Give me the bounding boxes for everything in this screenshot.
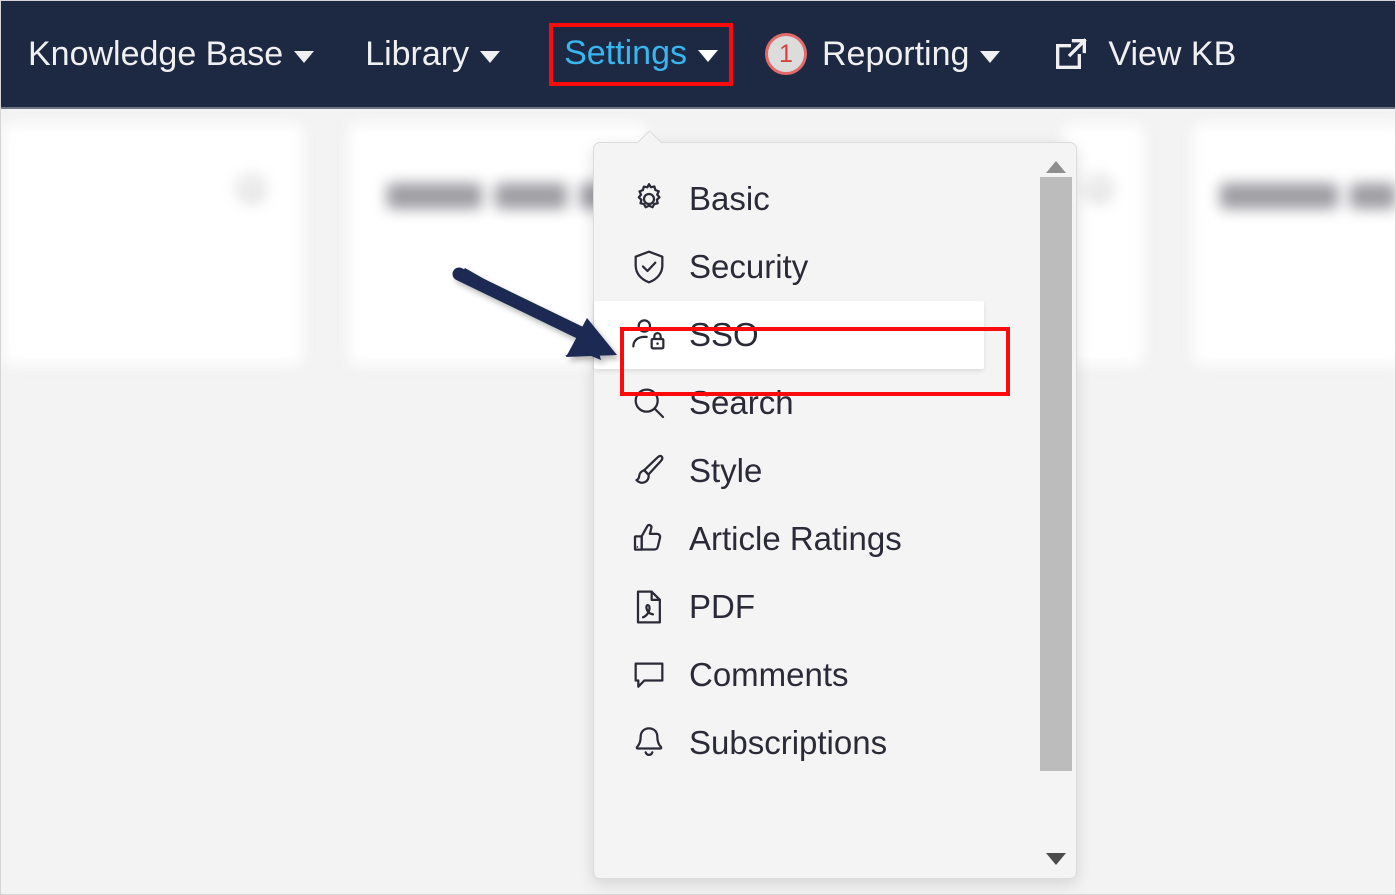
nav-item-label: View KB <box>1108 35 1236 74</box>
gear-icon <box>230 169 274 213</box>
nav-item-settings[interactable]: Settings <box>549 23 733 86</box>
menu-item-subscriptions[interactable]: Subscriptions <box>594 709 1034 777</box>
menu-item-article-ratings[interactable]: Article Ratings <box>594 505 1034 573</box>
gear-icon <box>628 178 670 220</box>
nav-item-reporting[interactable]: 1 Reporting <box>763 30 1002 78</box>
nav-item-label: Knowledge Base <box>28 35 283 74</box>
chevron-down-icon <box>480 51 500 63</box>
scroll-down-arrow-icon[interactable] <box>1046 853 1066 865</box>
menu-item-sso[interactable]: SSO <box>594 301 984 369</box>
search-icon <box>628 382 670 424</box>
background-card <box>1192 123 1396 366</box>
background-label <box>1350 183 1396 209</box>
menu-item-label: Style <box>689 452 762 490</box>
user-lock-icon <box>628 314 670 356</box>
thumbs-up-icon <box>628 518 670 560</box>
status-badge: 1 <box>765 33 807 75</box>
menu-item-label: Article Ratings <box>689 520 902 558</box>
gear-icon <box>1077 169 1121 213</box>
dropdown-caret-icon <box>638 131 662 144</box>
main-navbar: Knowledge Base Library Settings 1 Report… <box>1 1 1396 109</box>
menu-item-label: Search <box>689 384 794 422</box>
shield-check-icon <box>628 246 670 288</box>
menu-item-comments[interactable]: Comments <box>594 641 1034 709</box>
menu-item-style[interactable]: Style <box>594 437 1034 505</box>
menu-item-label: Subscriptions <box>689 724 887 762</box>
scroll-up-arrow-icon[interactable] <box>1046 161 1066 173</box>
app-window: Knowledge Base Library Settings 1 Report… <box>0 0 1396 895</box>
nav-item-view-kb[interactable]: View KB <box>1049 31 1238 77</box>
menu-item-label: Comments <box>689 656 849 694</box>
dropdown-scrollbar[interactable] <box>1040 151 1072 871</box>
scrollbar-thumb[interactable] <box>1040 177 1072 771</box>
settings-dropdown-menu: Basic Security <box>593 142 1077 879</box>
menu-item-label: SSO <box>689 316 759 354</box>
bell-icon <box>628 722 670 764</box>
external-link-icon <box>1051 34 1091 74</box>
menu-item-security[interactable]: Security <box>594 233 1034 301</box>
menu-item-label: Security <box>689 248 808 286</box>
nav-item-label: Settings <box>564 34 687 73</box>
menu-item-pdf[interactable]: PDF <box>594 573 1034 641</box>
nav-item-knowledge-base[interactable]: Knowledge Base <box>26 32 316 77</box>
nav-item-library[interactable]: Library <box>363 32 502 77</box>
menu-item-search[interactable]: Search <box>594 369 1034 437</box>
menu-item-label: Basic <box>689 180 770 218</box>
background-label <box>387 183 482 209</box>
comment-icon <box>628 654 670 696</box>
chevron-down-icon <box>294 51 314 63</box>
menu-item-label: PDF <box>689 588 755 626</box>
background-label <box>495 183 567 209</box>
nav-item-label: Library <box>365 35 469 74</box>
chevron-down-icon <box>980 51 1000 63</box>
paintbrush-icon <box>628 450 670 492</box>
nav-item-label: Reporting <box>822 35 969 74</box>
settings-menu-list: Basic Security <box>594 165 1034 777</box>
menu-item-basic[interactable]: Basic <box>594 165 1034 233</box>
chevron-down-icon <box>698 50 718 62</box>
pdf-file-icon <box>628 586 670 628</box>
background-card <box>2 123 304 366</box>
background-label <box>1220 183 1338 209</box>
